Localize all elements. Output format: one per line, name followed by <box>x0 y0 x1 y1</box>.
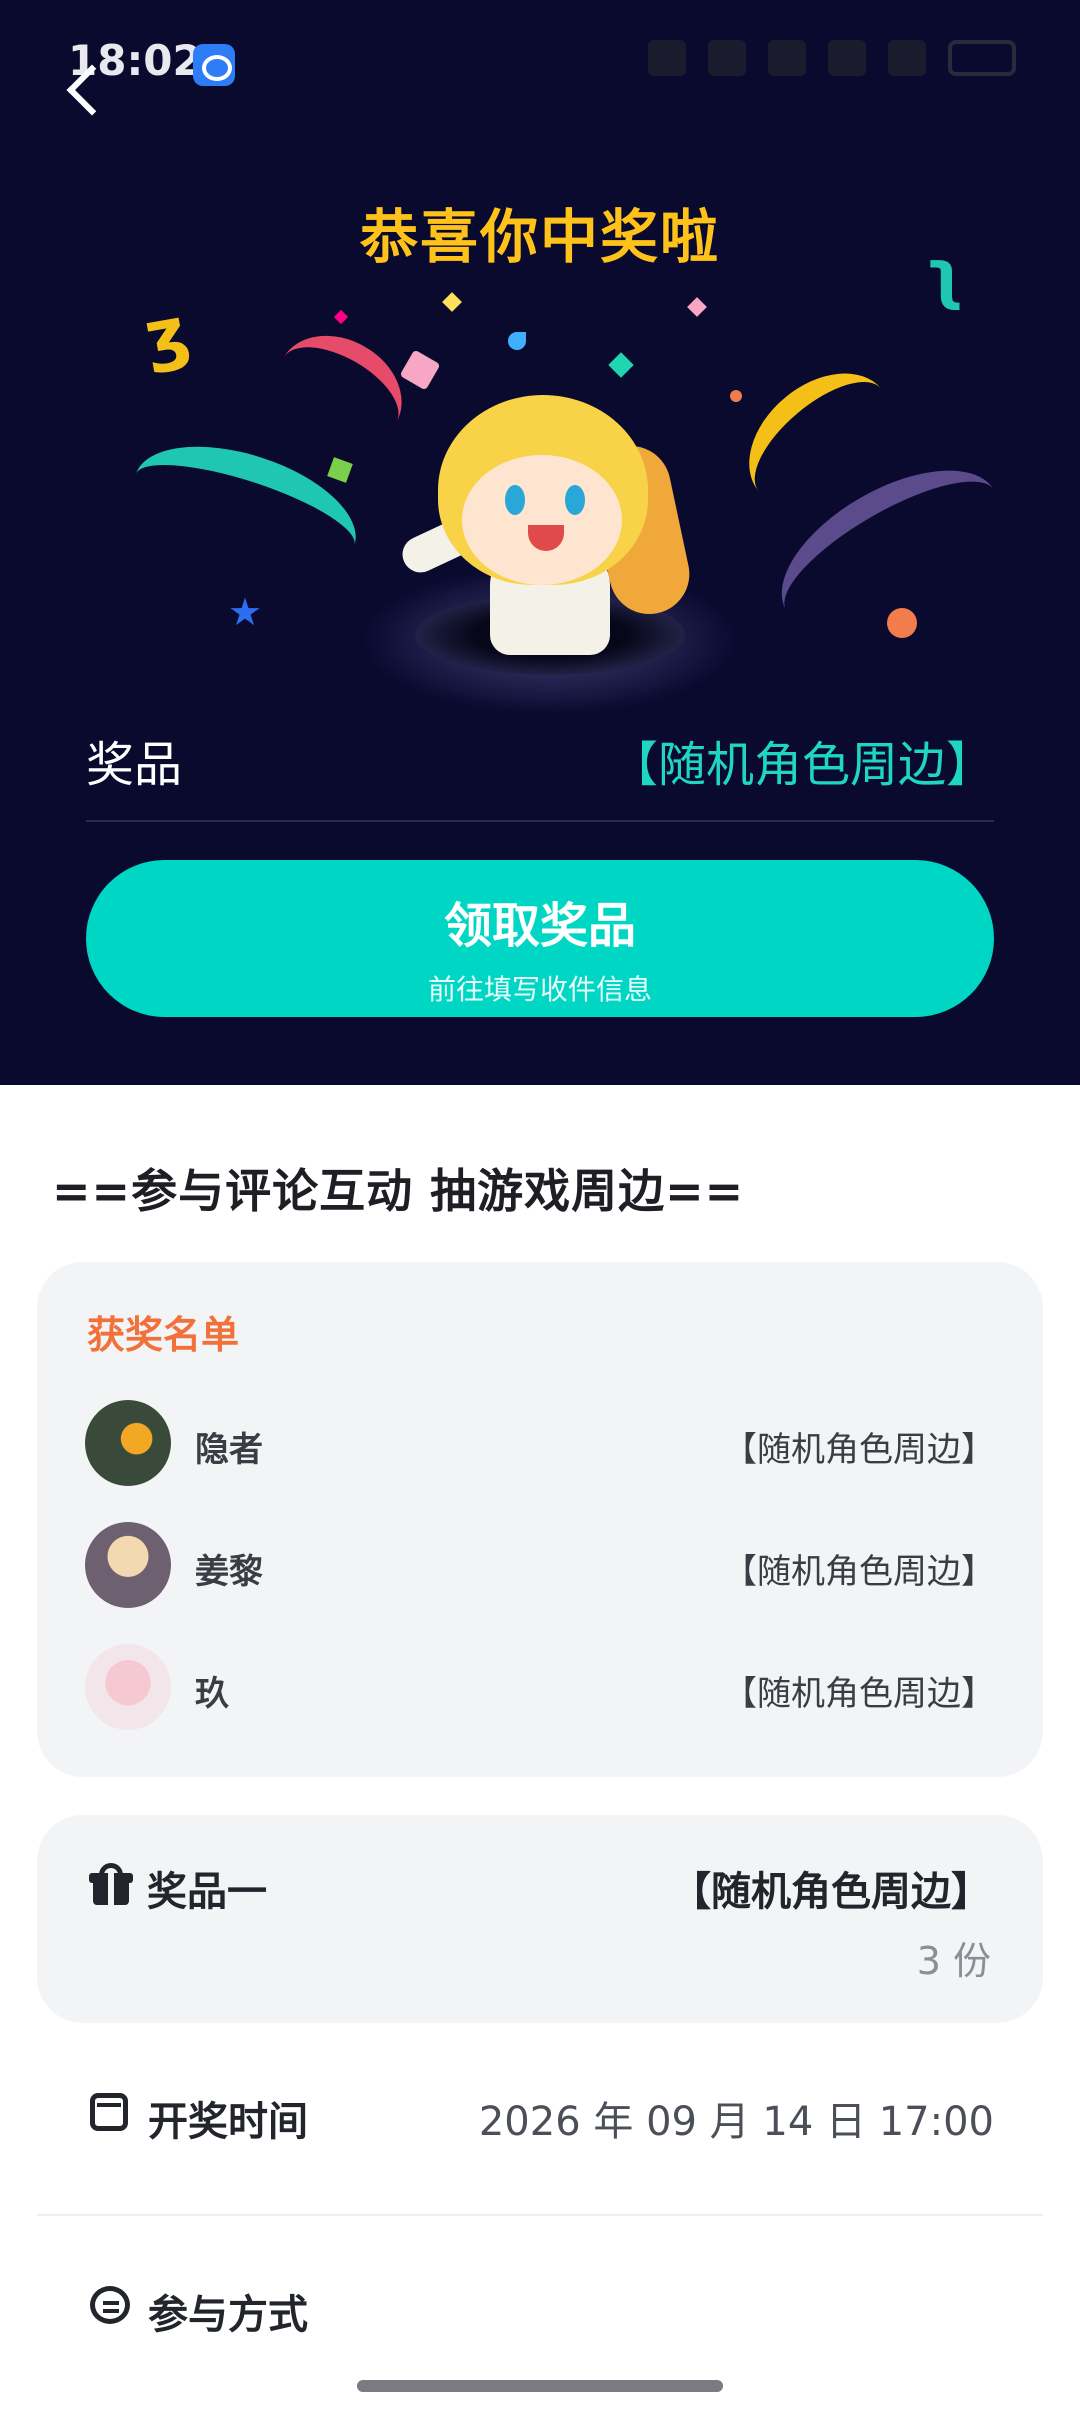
congrats-title: 恭喜你中奖啦 <box>359 203 720 271</box>
mascot-illustration <box>360 385 740 715</box>
draw-time-row: 开奖时间 2026 年 09 月 14 日 17:00 <box>86 2085 994 2155</box>
draw-time-label: 开奖时间 <box>148 2099 308 2145</box>
calendar-icon <box>90 2093 128 2131</box>
star-icon: ★ <box>228 590 263 634</box>
confetti-decoration <box>333 309 349 325</box>
battery-icon <box>948 40 1016 76</box>
bluetooth-icon <box>708 40 746 76</box>
prize-one-value: 【随机角色周边】 <box>671 1869 991 1915</box>
divider <box>86 820 994 822</box>
draw-time-value: 2026 年 09 月 14 日 17:00 <box>478 2099 994 2145</box>
status-bar: 18:02 <box>0 0 1080 120</box>
squiggle-decoration: ʒ <box>138 291 196 378</box>
winner-name: 隐者 <box>195 1430 263 1470</box>
prize-one-label: 奖品一 <box>147 1869 267 1915</box>
hero-section: 18:02 恭喜你中奖啦 ★ ʒ ʅ 奖品 【随机角色周边】 领取奖品 前往填写… <box>0 0 1080 1085</box>
join-method-label: 参与方式 <box>148 2292 308 2338</box>
winner-row[interactable]: 隐者 【随机角色周边】 <box>85 1400 1015 1490</box>
winner-row[interactable]: 姜黎 【随机角色周边】 <box>85 1522 1015 1612</box>
confetti-decoration <box>442 292 462 312</box>
winner-prize: 【随机角色周边】 <box>723 1552 995 1592</box>
winner-row[interactable]: 玖 【随机角色周边】 <box>85 1644 1015 1734</box>
signal-icon-2 <box>888 40 926 76</box>
winner-name: 玖 <box>195 1674 229 1714</box>
back-arrow-icon[interactable] <box>58 60 118 120</box>
divider <box>37 2214 1043 2216</box>
prize-value: 【随机角色周边】 <box>609 737 994 793</box>
winners-card: 获奖名单 隐者 【随机角色周边】 姜黎 【随机角色周边】 玖 【随机角色周边】 <box>37 1262 1043 1777</box>
squiggle-decoration: ʅ <box>925 238 964 312</box>
claim-prize-button[interactable]: 领取奖品 前往填写收件信息 <box>86 860 994 1017</box>
confetti-decoration <box>327 457 353 483</box>
claim-button-subtitle: 前往填写收件信息 <box>427 973 652 1006</box>
prize-detail-card: 奖品一 【随机角色周边】 3 份 <box>37 1815 1043 2023</box>
confetti-decoration <box>730 390 742 402</box>
join-method-row: 参与方式 <box>86 2278 994 2348</box>
avatar[interactable] <box>85 1644 171 1730</box>
wifi-icon <box>768 40 806 76</box>
winners-title: 获奖名单 <box>87 1313 240 1357</box>
avatar[interactable] <box>85 1400 171 1486</box>
confetti-decoration <box>887 608 917 638</box>
home-indicator[interactable] <box>357 2380 723 2392</box>
confetti-decoration <box>118 422 372 598</box>
confetti-decoration <box>608 352 634 378</box>
gift-icon <box>89 1863 133 1907</box>
claim-button-title: 领取奖品 <box>443 898 636 954</box>
event-title: ==参与评论互动 抽游戏周边== <box>52 1164 745 1218</box>
chat-icon <box>90 2286 130 2324</box>
alarm-icon <box>648 40 686 76</box>
status-icons <box>648 40 1016 76</box>
winner-prize: 【随机角色周边】 <box>723 1430 995 1470</box>
winner-name: 姜黎 <box>195 1552 263 1592</box>
signal-icon <box>828 40 866 76</box>
winner-prize: 【随机角色周边】 <box>723 1674 995 1714</box>
app-notification-icon <box>193 44 235 86</box>
avatar[interactable] <box>85 1522 171 1608</box>
prize-label: 奖品 <box>86 737 183 793</box>
confetti-decoration <box>687 297 707 317</box>
prize-one-count: 3 份 <box>916 1939 991 1983</box>
confetti-decoration <box>508 332 526 350</box>
